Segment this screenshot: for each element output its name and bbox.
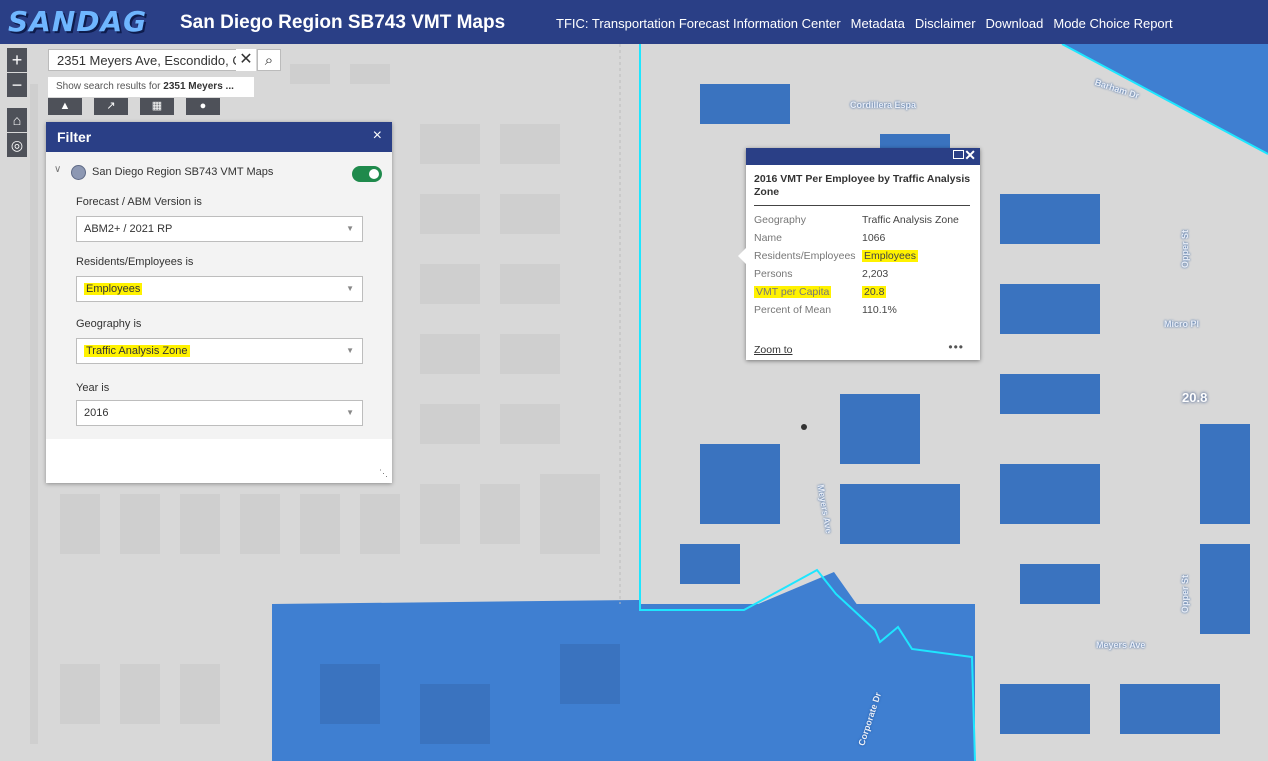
measure-tool-icon[interactable]: ↗ <box>94 98 128 115</box>
info-tool-icon[interactable]: ● <box>186 98 220 115</box>
year-value: 2016 <box>84 407 109 419</box>
filter-title: Filter <box>57 129 92 145</box>
popup-value: Employees <box>862 250 918 262</box>
street-label-cordillera: Cordillera Espa <box>850 100 917 110</box>
maximize-icon[interactable] <box>953 150 964 159</box>
filter-layer-name: San Diego Region SB743 VMT Maps <box>92 166 274 178</box>
popup-value: 2,203 <box>862 268 889 280</box>
popup-key: Name <box>754 232 783 244</box>
layer-status-dot <box>71 165 86 180</box>
chevron-down-icon: ▼ <box>346 346 354 355</box>
street-label-opper-upper: Opper St <box>1180 229 1191 269</box>
residents-employees-select[interactable]: Employees ▼ <box>76 276 363 302</box>
clear-search-icon[interactable]: ✕ <box>236 49 256 71</box>
home-button[interactable]: ⌂ <box>7 108 27 132</box>
map-controls: + − ⌂ ◎ <box>7 48 27 158</box>
resize-handle-icon[interactable]: ⋱ <box>379 468 388 479</box>
nav-mode-choice-report-link[interactable]: Mode Choice Report <box>1053 16 1172 31</box>
layer-toggle[interactable] <box>352 166 382 182</box>
more-options-icon[interactable]: ••• <box>948 340 964 354</box>
nav-tfic-link[interactable]: TFIC: Transportation Forecast Informatio… <box>556 16 841 31</box>
filter-header: Filter × <box>46 122 392 152</box>
filter-label-year: Year is <box>76 382 110 394</box>
zone-value-label: 20.8 <box>1182 390 1208 405</box>
popup-title: 2016 VMT Per Employee by Traffic Analysi… <box>754 173 971 198</box>
zoom-in-button[interactable]: + <box>7 48 27 72</box>
location-marker <box>801 424 807 430</box>
geography-value: Traffic Analysis Zone <box>84 345 190 357</box>
feature-popup: ✕ 2016 VMT Per Employee by Traffic Analy… <box>738 147 980 360</box>
chevron-down-icon: ▼ <box>346 284 354 293</box>
popup-value: 110.1% <box>862 304 897 316</box>
street-label-micro: Micro Pl <box>1164 319 1200 329</box>
geography-select[interactable]: Traffic Analysis Zone ▼ <box>76 338 363 364</box>
zoom-out-button[interactable]: − <box>7 73 27 97</box>
filter-label-forecast: Forecast / ABM Version is <box>76 196 202 208</box>
popup-row: Percent of Mean 110.1% <box>754 304 972 318</box>
popup-row: Persons 2,203 <box>754 268 972 282</box>
popup-value: 20.8 <box>862 286 887 298</box>
popup-row: Residents/Employees Employees <box>754 250 972 264</box>
filter-close-icon[interactable]: × <box>373 127 382 145</box>
widget-toolbar: ▲ ↗ ▦ ● <box>48 98 220 115</box>
popup-key: Persons <box>754 268 793 280</box>
popup-header: ✕ <box>746 147 980 165</box>
search-icon[interactable]: ⌕ <box>257 49 281 71</box>
app-header: SANDAG San Diego Region SB743 VMT Maps T… <box>0 0 1268 44</box>
app-window: SANDAG San Diego Region SB743 VMT Maps T… <box>0 0 1268 761</box>
year-select[interactable]: 2016 ▼ <box>76 400 363 426</box>
search-suggestion-query: 2351 Meyers ... <box>163 81 234 92</box>
filter-tool-icon[interactable]: ▲ <box>48 98 82 115</box>
filter-panel: Filter × ∨ San Diego Region SB743 VMT Ma… <box>46 122 392 483</box>
locate-button[interactable]: ◎ <box>7 133 27 157</box>
nav-download-link[interactable]: Download <box>986 16 1044 31</box>
popup-row: VMT per Capita 20.8 <box>754 286 972 300</box>
popup-row: Name 1066 <box>754 232 972 246</box>
search-suggestion[interactable]: Show search results for 2351 Meyers ... <box>48 77 254 97</box>
app-title: San Diego Region SB743 VMT Maps <box>180 12 506 33</box>
popup-key: VMT per Capita <box>754 286 832 298</box>
popup-key: Residents/Employees <box>754 250 856 262</box>
nav-metadata-link[interactable]: Metadata <box>851 16 905 31</box>
nav-disclaimer-link[interactable]: Disclaimer <box>915 16 976 31</box>
forecast-version-select[interactable]: ABM2+ / 2021 RP ▼ <box>76 216 363 242</box>
chevron-down-icon: ▼ <box>346 224 354 233</box>
filter-layer-row[interactable]: ∨ San Diego Region SB743 VMT Maps <box>54 164 384 182</box>
close-icon[interactable]: ✕ <box>964 147 976 164</box>
filter-label-geography: Geography is <box>76 318 142 330</box>
popup-value: Traffic Analysis Zone <box>862 214 959 226</box>
popup-value: 1066 <box>862 232 886 244</box>
sandag-logo[interactable]: SANDAG <box>8 5 147 38</box>
popup-row: Geography Traffic Analysis Zone <box>754 214 972 228</box>
zoom-to-link[interactable]: Zoom to <box>754 344 793 356</box>
search-input[interactable]: 2351 Meyers Ave, Escondido, CA <box>48 49 256 71</box>
print-tool-icon[interactable]: ▦ <box>140 98 174 115</box>
search-suggestion-prefix: Show search results for <box>56 81 164 92</box>
forecast-version-value: ABM2+ / 2021 RP <box>84 223 173 235</box>
street-label-opper-lower: Opper St <box>1180 574 1191 614</box>
filter-body: ∨ San Diego Region SB743 VMT Maps Foreca… <box>46 152 392 439</box>
chevron-down-icon[interactable]: ∨ <box>54 164 61 175</box>
street-label-meyers-horizontal: Meyers Ave <box>1096 640 1146 650</box>
residents-employees-value: Employees <box>84 283 143 295</box>
popup-key: Percent of Mean <box>754 304 832 316</box>
top-nav: TFIC: Transportation Forecast Informatio… <box>556 16 1173 31</box>
popup-key: Geography <box>754 214 806 226</box>
filter-label-residents: Residents/Employees is <box>76 256 194 268</box>
chevron-down-icon: ▼ <box>346 408 354 417</box>
popup-divider <box>754 205 970 206</box>
search-widget: 2351 Meyers Ave, Escondido, CA ✕ ⌕ <box>48 49 281 73</box>
